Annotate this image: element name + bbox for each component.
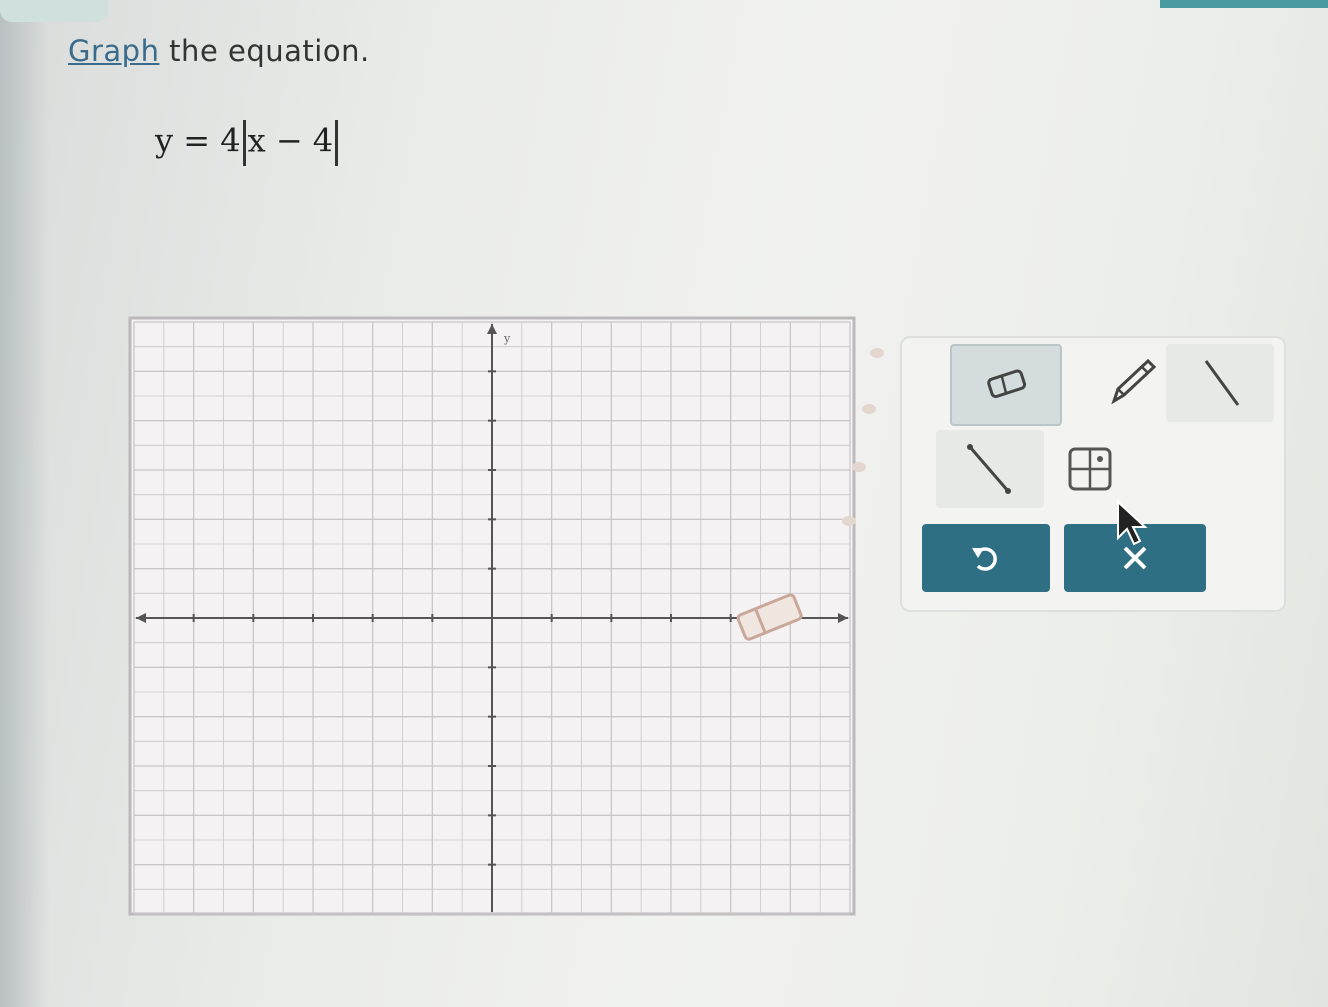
equation-prefix: y = 4 [155, 121, 241, 160]
graph-glossary-link[interactable]: Graph [68, 34, 159, 68]
side-mark [842, 516, 856, 526]
line-icon [1204, 360, 1240, 406]
undo-button[interactable] [922, 524, 1050, 592]
question-prompt: Graph the equation. [68, 34, 370, 68]
segment-icon [967, 444, 1011, 494]
side-mark [852, 462, 866, 472]
fraction-icon [1068, 447, 1112, 491]
prompt-text: the equation. [159, 34, 370, 68]
pencil-icon [1111, 358, 1157, 405]
equation: y = 4x − 4 [155, 120, 340, 166]
side-mark [870, 348, 884, 358]
top-tab [0, 0, 108, 22]
absolute-bar-right [335, 120, 339, 166]
undo-icon [972, 547, 997, 571]
segment-tool[interactable] [936, 430, 1044, 508]
equation-inner: x − 4 [247, 121, 334, 160]
y-axis-label: y [503, 332, 511, 345]
mouse-cursor-icon [1117, 500, 1148, 546]
line-tool[interactable] [1166, 344, 1274, 422]
top-accent-bar [1160, 0, 1328, 8]
eraser-icon [987, 369, 1027, 399]
side-mark [862, 404, 876, 414]
eraser-cursor-icon [736, 593, 803, 641]
absolute-bar-left [242, 120, 246, 166]
eraser-tool[interactable] [950, 344, 1062, 426]
left-edge-shade [0, 0, 50, 1007]
graph-toolbox [900, 336, 1286, 612]
fraction-tool[interactable] [1036, 430, 1144, 508]
